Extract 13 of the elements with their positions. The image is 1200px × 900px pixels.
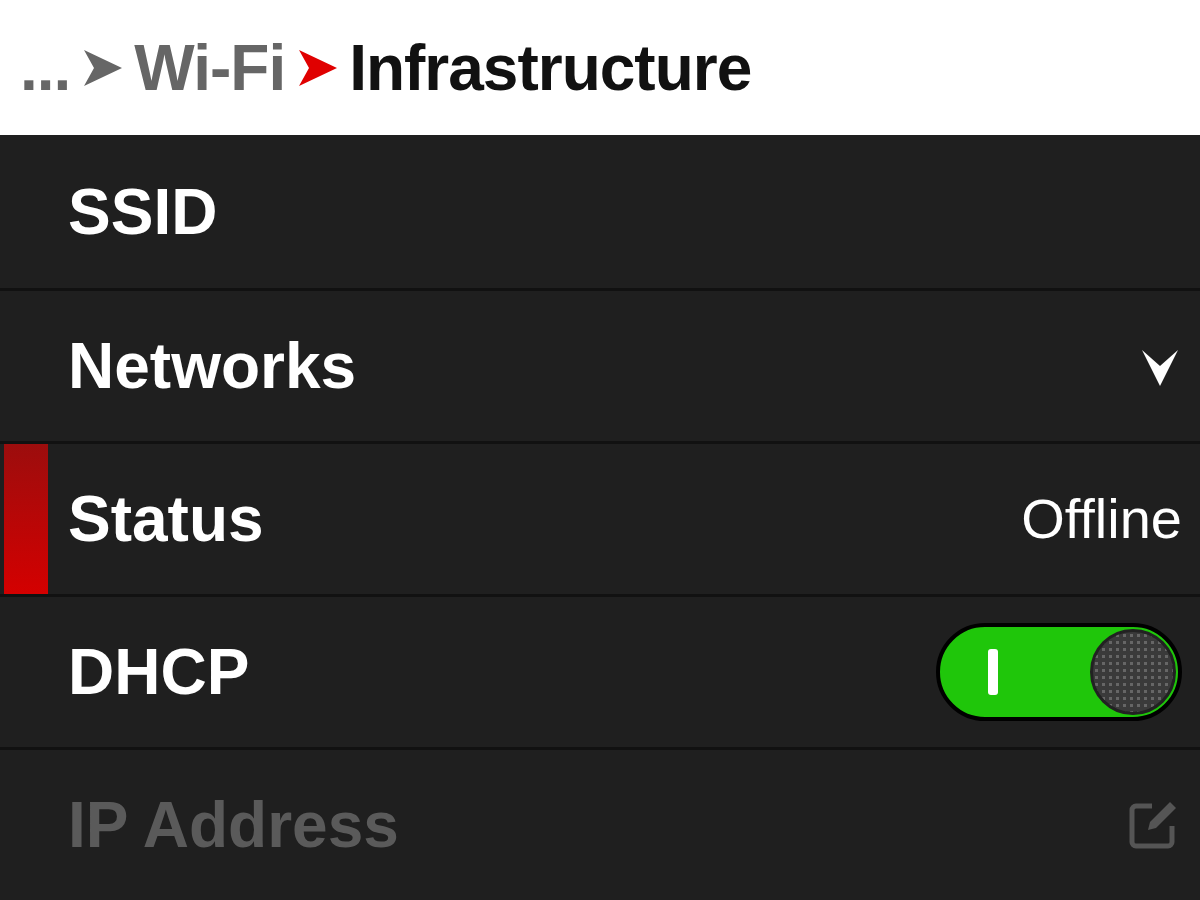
settings-row[interactable]: Networks [0,291,1200,441]
breadcrumb-link[interactable]: ... [20,19,71,116]
settings-row[interactable]: DHCP [0,597,1200,747]
setting-label: Status [68,482,264,557]
setting-label: IP Address [68,788,399,863]
setting-label: DHCP [68,635,250,710]
setting-label: SSID [68,174,218,250]
settings-row[interactable]: Status Offline [0,444,1200,594]
page-title: Infrastructure [349,30,752,106]
settings-row[interactable]: SSID [0,135,1200,288]
setting-label: Networks [68,329,357,404]
status-value: Offline [1021,486,1182,552]
breadcrumb-link[interactable]: Wi-Fi [134,19,286,116]
